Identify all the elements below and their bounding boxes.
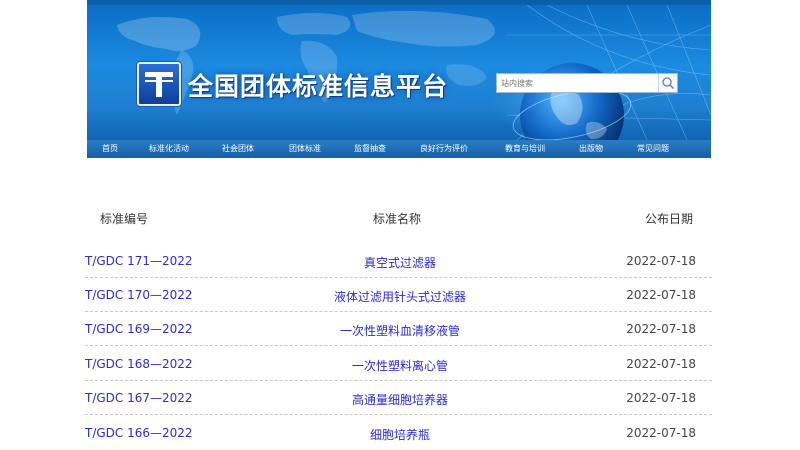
standard-name-link[interactable]: 高通量细胞培养器 — [352, 391, 448, 408]
search-box — [496, 73, 678, 93]
search-input[interactable] — [497, 74, 655, 92]
row-divider — [85, 414, 712, 415]
nav-home[interactable]: 首页 — [102, 140, 118, 158]
publish-date: 2022-07-18 — [626, 288, 696, 302]
table-row: T/GDC 169—2022 一次性塑料血清移液管 2022-07-18 — [85, 312, 712, 346]
nav-social-organizations[interactable]: 社会团体 — [222, 140, 254, 158]
row-divider — [85, 345, 712, 346]
publish-date: 2022-07-18 — [626, 322, 696, 336]
nav-publications[interactable]: 出版物 — [579, 140, 603, 158]
standard-name-link[interactable]: 液体过滤用针头式过滤器 — [334, 288, 466, 305]
standard-code-link[interactable]: T/GDC 168—2022 — [85, 357, 193, 371]
nav-faq[interactable]: 常见问题 — [637, 140, 669, 158]
publish-date: 2022-07-18 — [626, 426, 696, 440]
site-title: 全国团体标准信息平台 — [188, 72, 449, 101]
header-banner: 全国团体标准信息平台 — [87, 5, 711, 140]
standard-name-link[interactable]: 一次性塑料离心管 — [352, 357, 448, 374]
nav-group-standards[interactable]: 团体标准 — [289, 140, 321, 158]
table-row: T/GDC 166—2022 细胞培养瓶 2022-07-18 — [85, 416, 712, 450]
column-header-name: 标准名称 — [373, 212, 422, 226]
column-header-code: 标准编号 — [100, 212, 149, 226]
table-row: T/GDC 170—2022 液体过滤用针头式过滤器 2022-07-18 — [85, 278, 712, 312]
standard-code-link[interactable]: T/GDC 167—2022 — [85, 391, 193, 405]
platform-logo[interactable] — [137, 62, 181, 106]
nav-education-training[interactable]: 教育与培训 — [505, 140, 545, 158]
search-button[interactable] — [658, 74, 677, 92]
table-row: T/GDC 167—2022 高通量细胞培养器 2022-07-18 — [85, 381, 712, 415]
standard-name-link[interactable]: 细胞培养瓶 — [370, 426, 430, 443]
standard-name-link[interactable]: 真空式过滤器 — [364, 254, 436, 271]
publish-date: 2022-07-18 — [626, 254, 696, 268]
nav-good-behavior-evaluation[interactable]: 良好行为评价 — [420, 140, 468, 158]
table-row: T/GDC 168—2022 一次性塑料离心管 2022-07-18 — [85, 347, 712, 381]
nav-standardization-activities[interactable]: 标准化活动 — [149, 140, 189, 158]
standard-code-link[interactable]: T/GDC 170—2022 — [85, 288, 193, 302]
search-icon — [662, 77, 675, 90]
standard-code-link[interactable]: T/GDC 166—2022 — [85, 426, 193, 440]
publish-date: 2022-07-18 — [626, 357, 696, 371]
table-row: T/GDC 171—2022 真空式过滤器 2022-07-18 — [85, 244, 712, 278]
standard-code-link[interactable]: T/GDC 171—2022 — [85, 254, 193, 268]
main-nav: 首页 标准化活动 社会团体 团体标准 监督抽查 良好行为评价 教育与培训 出版物… — [87, 140, 711, 158]
standard-code-link[interactable]: T/GDC 169—2022 — [85, 322, 193, 336]
standard-name-link[interactable]: 一次性塑料血清移液管 — [340, 322, 460, 339]
nav-supervision-inspection[interactable]: 监督抽查 — [354, 140, 386, 158]
column-header-date: 公布日期 — [645, 212, 694, 226]
publish-date: 2022-07-18 — [626, 391, 696, 405]
